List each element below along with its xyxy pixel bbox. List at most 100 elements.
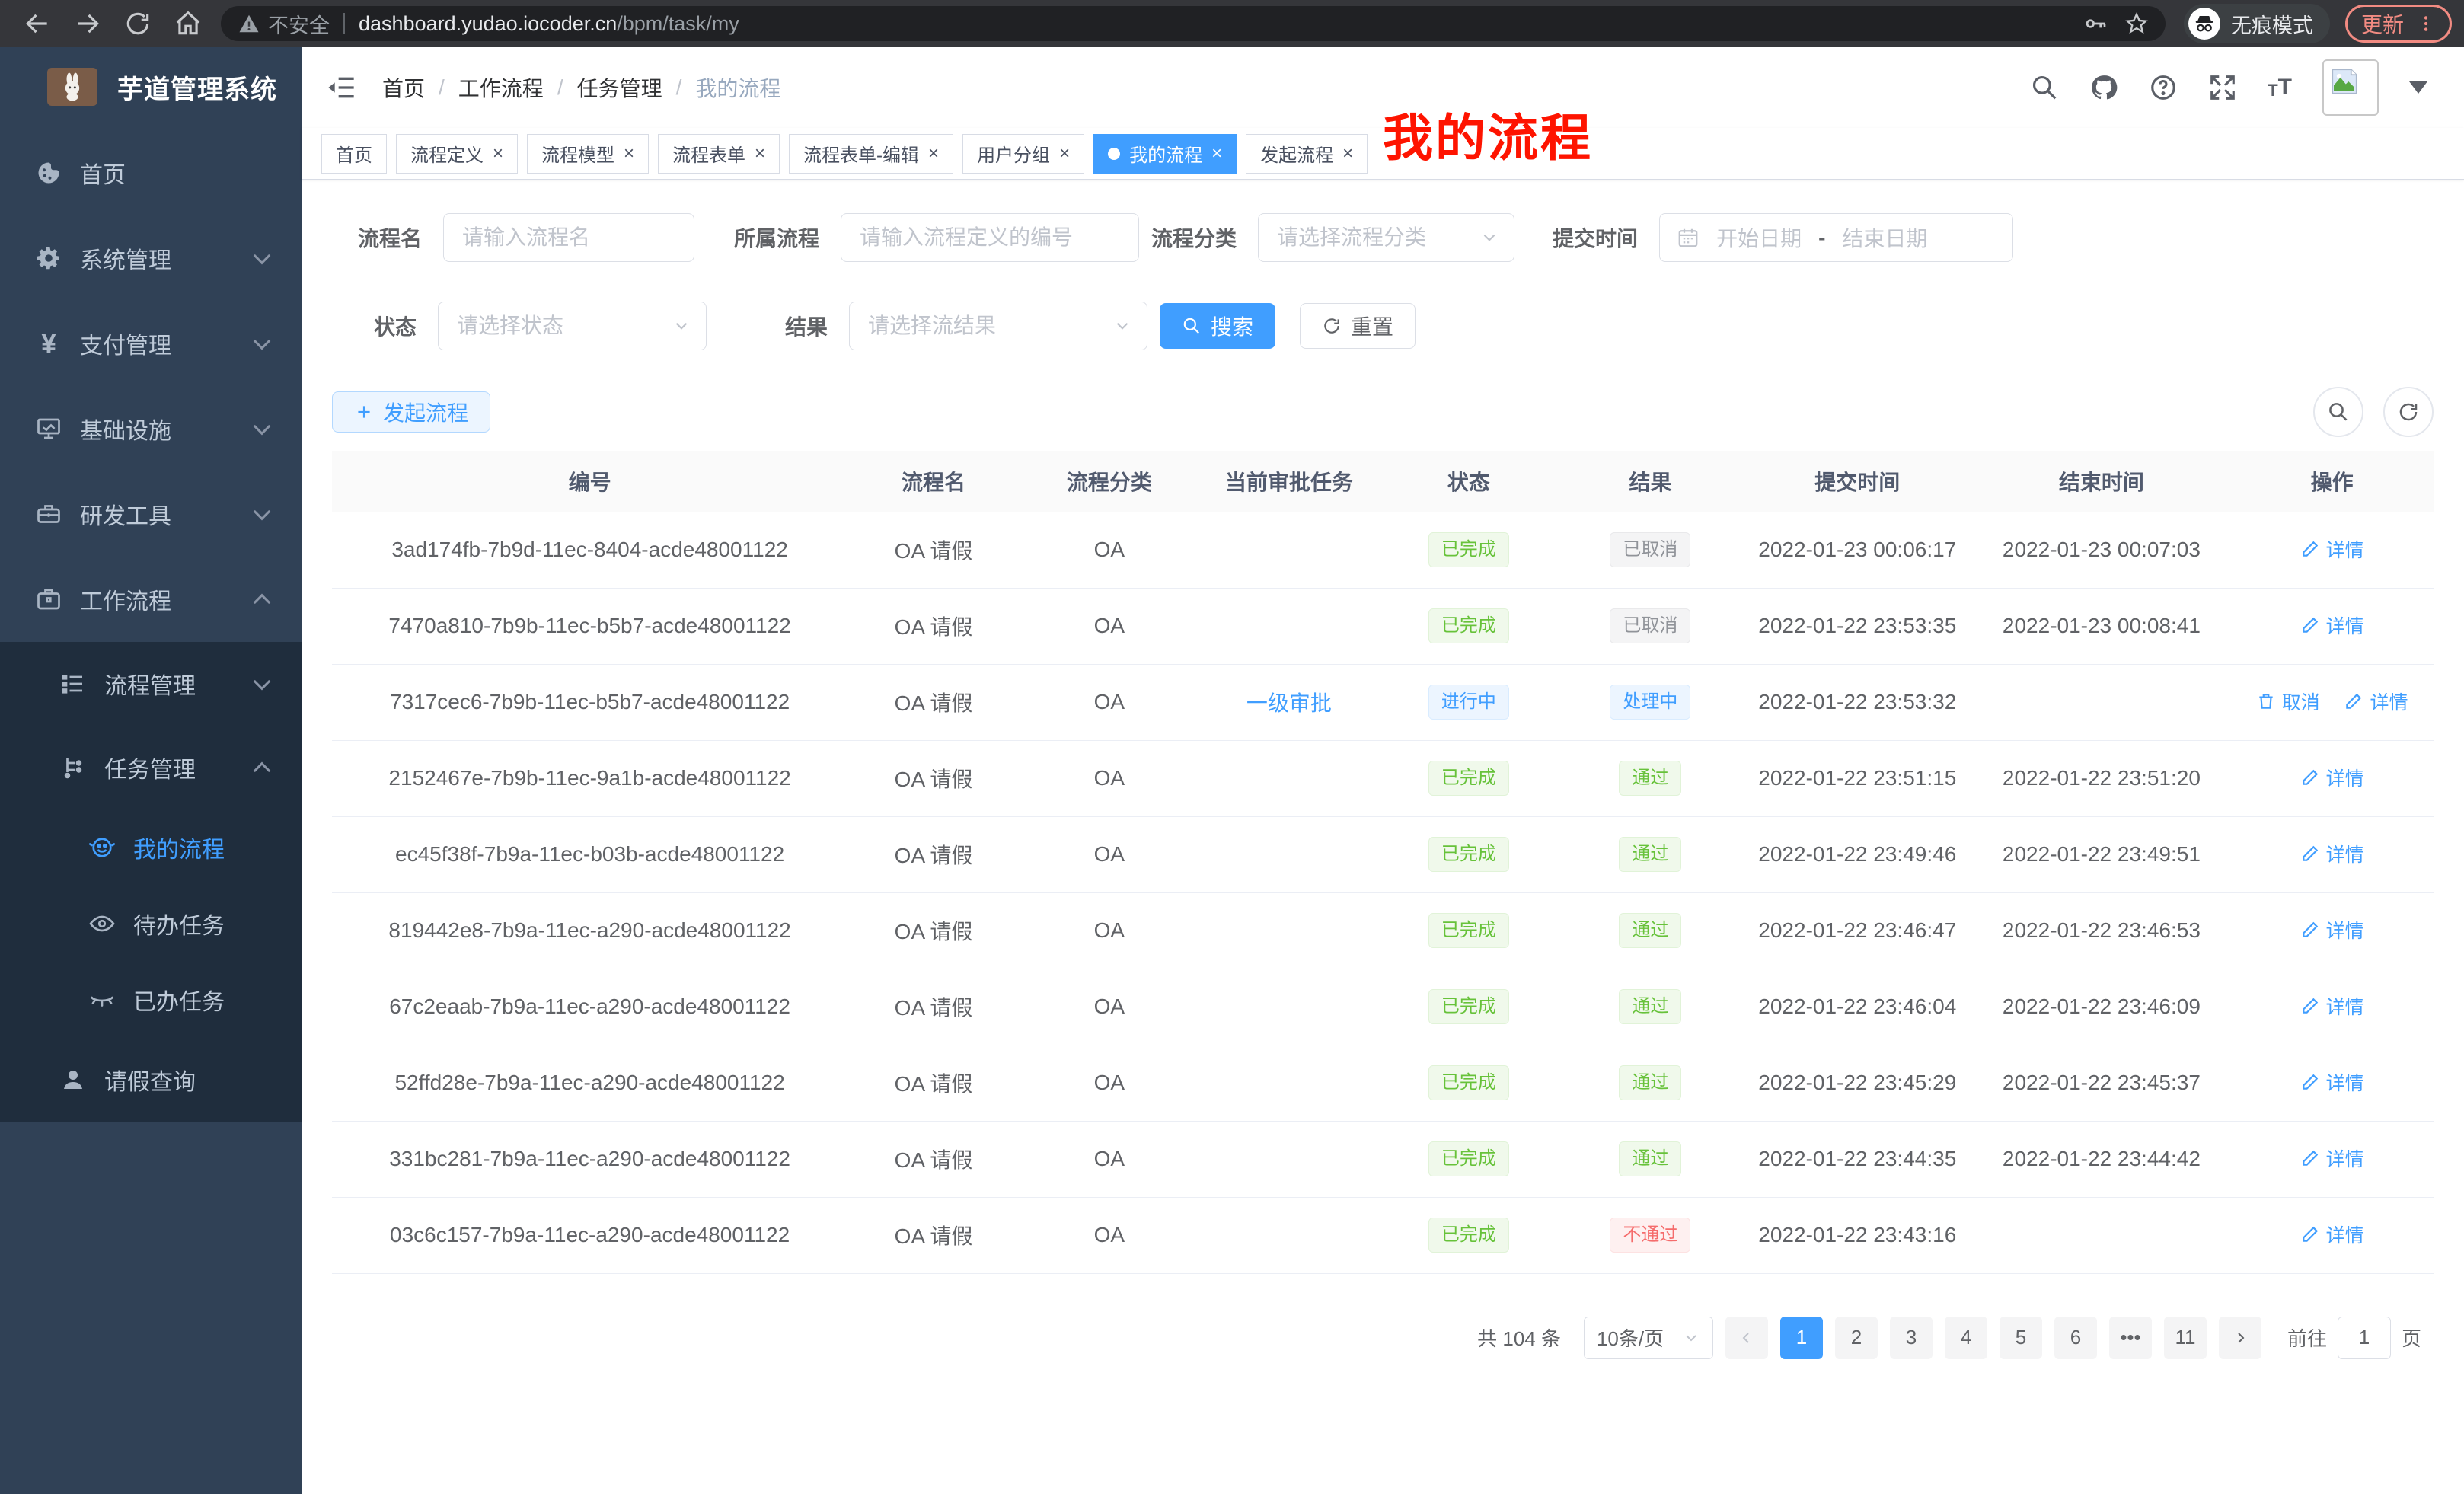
page-button-11[interactable]: 11 — [2164, 1317, 2207, 1359]
page-more-button[interactable]: ••• — [2109, 1317, 2152, 1359]
home-icon[interactable] — [174, 9, 203, 38]
column-header: 流程分类 — [1020, 451, 1199, 512]
page-button-3[interactable]: 3 — [1890, 1317, 1933, 1359]
chevron-down-icon — [254, 247, 271, 265]
update-button[interactable]: 更新 — [2345, 5, 2452, 43]
detail-button[interactable]: 详情 — [2300, 1144, 2364, 1172]
result-badge: 已取消 — [1610, 532, 1690, 567]
column-header: 当前审批任务 — [1199, 451, 1379, 512]
tab-close-icon[interactable]: × — [755, 145, 765, 163]
cell-category: OA — [1020, 1121, 1199, 1197]
sidebar-item-leave-query[interactable]: 请假查询 — [0, 1038, 302, 1122]
browser-menu-icon[interactable] — [2416, 14, 2436, 34]
start-process-button[interactable]: 发起流程 — [332, 391, 490, 433]
fold-menu-icon[interactable] — [326, 72, 356, 103]
table-header-row: 编号 流程名 流程分类 当前审批任务 状态 结果 提交时间 结束时间 操作 — [332, 451, 2434, 512]
tab-close-icon[interactable]: × — [1342, 145, 1353, 163]
avatar-dropdown-icon[interactable] — [2409, 81, 2427, 94]
tab-user-group[interactable]: 用户分组× — [962, 134, 1084, 174]
detail-button[interactable]: 详情 — [2300, 611, 2364, 639]
help-icon[interactable] — [2149, 73, 2178, 102]
sidebar-item-process-mgmt[interactable]: 流程管理 — [0, 642, 302, 726]
detail-button[interactable]: 详情 — [2300, 1068, 2364, 1096]
next-page-button[interactable] — [2219, 1317, 2261, 1359]
tab-close-icon[interactable]: × — [1059, 145, 1070, 163]
page-button-6[interactable]: 6 — [2054, 1317, 2097, 1359]
detail-button[interactable]: 详情 — [2344, 688, 2408, 715]
tab-home[interactable]: 首页 — [321, 134, 387, 174]
tab-start-process[interactable]: 发起流程× — [1246, 134, 1368, 174]
search-button[interactable]: 搜索 — [1160, 303, 1275, 349]
sidebar-item-todo-tasks[interactable]: 待办任务 — [0, 886, 302, 962]
page-button-4[interactable]: 4 — [1945, 1317, 1987, 1359]
github-icon[interactable] — [2089, 73, 2118, 102]
search-icon[interactable] — [2030, 73, 2059, 102]
breadcrumb-home[interactable]: 首页 — [382, 72, 425, 103]
reset-button[interactable]: 重置 — [1300, 303, 1416, 349]
avatar[interactable] — [2322, 59, 2379, 116]
detail-button[interactable]: 详情 — [2300, 840, 2364, 867]
sidebar-item-workflow[interactable]: 工作流程 — [0, 557, 302, 642]
submit-time-range-picker[interactable]: 开始日期 - 结束日期 — [1659, 213, 2013, 262]
key-icon[interactable] — [2083, 11, 2108, 36]
url-path[interactable]: /bpm/task/my — [617, 12, 739, 36]
status-select[interactable] — [438, 302, 707, 350]
end-date-placeholder[interactable]: 结束日期 — [1842, 222, 1927, 253]
process-definition-input[interactable] — [841, 213, 1139, 262]
detail-button[interactable]: 详情 — [2300, 764, 2364, 791]
tab-close-icon[interactable]: × — [1211, 145, 1222, 163]
fullscreen-icon[interactable] — [2208, 73, 2237, 102]
detail-button[interactable]: 详情 — [2300, 916, 2364, 943]
process-name-input[interactable] — [443, 213, 694, 262]
star-icon[interactable] — [2124, 11, 2149, 36]
reload-icon[interactable] — [123, 9, 152, 38]
show-search-button[interactable] — [2313, 387, 2363, 437]
tab-process-form[interactable]: 流程表单× — [658, 134, 780, 174]
cell-category: OA — [1020, 892, 1199, 969]
sidebar-item-label: 首页 — [80, 156, 126, 190]
tab-my-process[interactable]: 我的流程× — [1093, 134, 1237, 174]
current-task-link[interactable]: 一级审批 — [1246, 691, 1332, 715]
font-size-icon[interactable]: TT — [2268, 76, 2292, 99]
start-date-placeholder[interactable]: 开始日期 — [1716, 222, 1802, 253]
sidebar-item-infra[interactable]: 基础设施 — [0, 386, 302, 471]
result-select[interactable] — [849, 302, 1147, 350]
sidebar-item-task-mgmt[interactable]: 任务管理 — [0, 726, 302, 809]
address-bar[interactable]: 不安全 dashboard.yudao.iocoder.cn /bpm/task… — [221, 6, 2166, 41]
page-button-1[interactable]: 1 — [1780, 1317, 1823, 1359]
cancel-button[interactable]: 取消 — [2256, 688, 2320, 715]
page-button-5[interactable]: 5 — [2000, 1317, 2042, 1359]
sidebar-item-done-tasks[interactable]: 已办任务 — [0, 962, 302, 1038]
tab-close-icon[interactable]: × — [624, 145, 634, 163]
breadcrumb-task-mgmt[interactable]: 任务管理 — [577, 72, 662, 103]
page-button-2[interactable]: 2 — [1835, 1317, 1878, 1359]
warning-icon[interactable] — [238, 12, 260, 35]
goto-page-input[interactable] — [2338, 1317, 2391, 1359]
tab-process-definition[interactable]: 流程定义× — [396, 134, 518, 174]
refresh-table-button[interactable] — [2383, 387, 2434, 437]
prev-page-button[interactable] — [1725, 1317, 1768, 1359]
security-label[interactable]: 不安全 — [268, 9, 330, 39]
tab-close-icon[interactable]: × — [493, 145, 503, 163]
table-row: 7317cec6-7b9b-11ec-b5b7-acde48001122 OA … — [332, 664, 2434, 740]
detail-button[interactable]: 详情 — [2300, 535, 2364, 563]
eye-icon — [88, 909, 116, 938]
update-label[interactable]: 更新 — [2361, 8, 2404, 39]
page-size-select[interactable]: 10条/页 — [1584, 1317, 1713, 1359]
sidebar-item-pay[interactable]: ¥ 支付管理 — [0, 301, 302, 386]
detail-button[interactable]: 详情 — [2300, 1221, 2364, 1248]
tab-process-model[interactable]: 流程模型× — [527, 134, 649, 174]
url-host[interactable]: dashboard.yudao.iocoder.cn — [359, 12, 617, 36]
process-category-select[interactable] — [1258, 213, 1514, 262]
sidebar-item-devtools[interactable]: 研发工具 — [0, 471, 302, 557]
sidebar-item-home[interactable]: 首页 — [0, 130, 302, 215]
back-icon[interactable] — [23, 9, 52, 38]
forward-icon[interactable] — [73, 9, 102, 38]
sidebar-item-system[interactable]: 系统管理 — [0, 215, 302, 301]
breadcrumb-workflow[interactable]: 工作流程 — [458, 72, 544, 103]
detail-button[interactable]: 详情 — [2300, 992, 2364, 1020]
sidebar-item-my-process[interactable]: 我的流程 — [0, 809, 302, 886]
cell-end-time: 2022-01-23 00:08:41 — [1973, 588, 2231, 664]
tab-close-icon[interactable]: × — [928, 145, 939, 163]
tab-process-form-edit[interactable]: 流程表单-编辑× — [789, 134, 953, 174]
